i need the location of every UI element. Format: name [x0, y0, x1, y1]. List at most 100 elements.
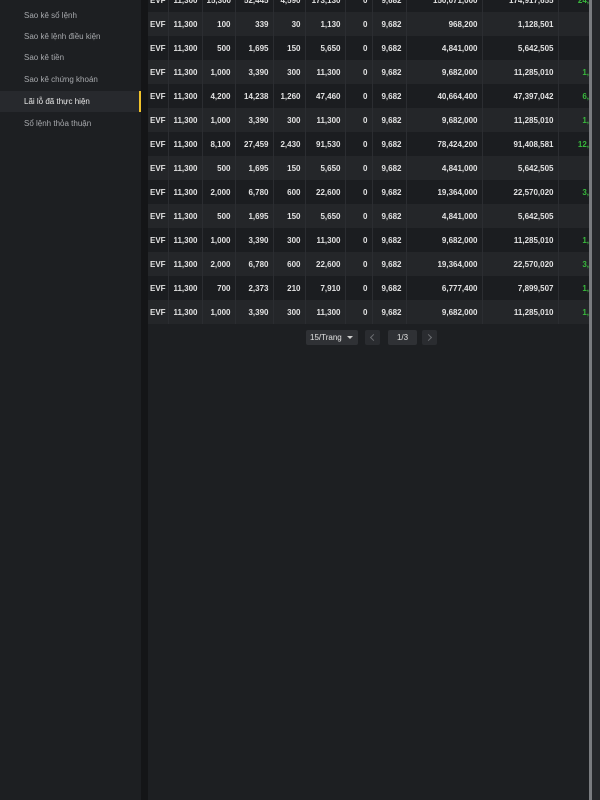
table-cell: 14,238 [235, 84, 274, 108]
table-cell: 9,682,000 [406, 228, 483, 252]
sidebar-item-securities-statement[interactable]: Sao kê chứng khoán [0, 69, 141, 90]
table-cell: 600 [273, 252, 306, 276]
sidebar-item-realized-profit-loss[interactable]: Lãi lỗ đã thực hiện [0, 91, 141, 112]
table-cell: 11,300 [168, 108, 203, 132]
table-cell: 1,000 [202, 60, 236, 84]
table-cell: 500 [202, 36, 236, 60]
table-cell: EVF [148, 204, 169, 228]
table-cell: 22,600 [305, 252, 346, 276]
table-cell: 9,682 [372, 180, 407, 204]
table-cell: EVF [148, 300, 169, 324]
table-cell: 0 [345, 228, 373, 252]
sidebar-item-negotiated-orders[interactable]: Sổ lệnh thỏa thuận [0, 113, 141, 134]
table-cell: 9,682 [372, 300, 407, 324]
table-cell: 11,300 [305, 108, 346, 132]
table-cell: 3,390 [235, 108, 274, 132]
table-cell: 1,695 [235, 36, 274, 60]
table-cell: 1,000 [202, 108, 236, 132]
table-cell: 3,206,02 [558, 180, 591, 204]
table-row[interactable]: EVF 11,300 15,300 52,445 4,590 173,130 0 9,682 1… [148, 0, 591, 12]
table-cell: 0 [345, 204, 373, 228]
sidebar-item-cash-statement[interactable]: Sao kê tiền [0, 47, 141, 68]
table-row[interactable]: EVF 11,300 1,000 3,390 300 11,300 0 9,682 9,682,… [148, 300, 591, 324]
table-cell: EVF [148, 12, 169, 36]
table-cell: 7,899,507 [482, 276, 559, 300]
table-cell: EVF [148, 0, 169, 12]
table-cell: 300 [273, 60, 306, 84]
table-container: EVF 11,300 15,300 52,445 4,590 173,130 0 9,682 1… [148, 0, 591, 324]
table-row[interactable]: EVF 11,300 500 1,695 150 5,650 0 9,682 4,841,000… [148, 204, 591, 228]
table-cell: 160,30 [558, 12, 591, 36]
sidebar-item-conditional-order-statement[interactable]: Sao kê lệnh điều kiện [0, 26, 141, 47]
realized-pnl-table: EVF 11,300 15,300 52,445 4,590 173,130 0 9,682 1… [148, 0, 591, 324]
table-row[interactable]: EVF 11,300 500 1,695 150 5,650 0 9,682 4,841,000… [148, 36, 591, 60]
main-panel: EVF 11,300 15,300 52,445 4,590 173,130 0 9,682 1… [148, 0, 591, 800]
table-cell: 9,682 [372, 84, 407, 108]
table-row[interactable]: EVF 11,300 100 339 30 1,130 0 9,682 968,200 1,128… [148, 12, 591, 36]
table-cell: 7,910 [305, 276, 346, 300]
table-cell: 3,206,02 [558, 252, 591, 276]
table-row[interactable]: EVF 11,300 2,000 6,780 600 22,600 0 9,682 19,364… [148, 180, 591, 204]
table-cell: 3,390 [235, 60, 274, 84]
table-cell: 47,460 [305, 84, 346, 108]
table-cell: 4,200 [202, 84, 236, 108]
table-cell: 700 [202, 276, 236, 300]
page-size-select[interactable]: 15/Trang [306, 330, 358, 345]
next-page-button[interactable] [422, 330, 437, 345]
table-cell: 11,285,010 [482, 108, 559, 132]
table-cell: 11,285,010 [482, 228, 559, 252]
table-cell: EVF [148, 60, 169, 84]
table-cell: 9,682 [372, 156, 407, 180]
table-cell: EVF [148, 156, 169, 180]
table-cell: 9,682 [372, 36, 407, 60]
table-cell: 11,300 [305, 60, 346, 84]
table-cell: 78,424,200 [406, 132, 483, 156]
table-cell: 9,682 [372, 276, 407, 300]
prev-page-button[interactable] [365, 330, 380, 345]
sidebar: Sao kê sổ lệnh Sao kê lệnh điều kiện Sao… [0, 0, 141, 800]
table-cell: 11,285,010 [482, 300, 559, 324]
table-row[interactable]: EVF 11,300 2,000 6,780 600 22,600 0 9,682 19,364… [148, 252, 591, 276]
table-cell: 11,300 [168, 228, 203, 252]
table-cell: 6,780 [235, 252, 274, 276]
table-cell: 0 [345, 252, 373, 276]
table-cell: 2,430 [273, 132, 306, 156]
table-cell: 11,300 [168, 300, 203, 324]
table-cell: 600 [273, 180, 306, 204]
table-cell: 2,373 [235, 276, 274, 300]
table-cell: 1,603,01 [558, 300, 591, 324]
table-row[interactable]: EVF 11,300 1,000 3,390 300 11,300 0 9,682 9,682,… [148, 108, 591, 132]
table-cell: 0 [345, 84, 373, 108]
table-cell: 9,682 [372, 0, 407, 12]
table-cell: 0 [345, 12, 373, 36]
table-cell: 11,285,010 [482, 60, 559, 84]
table-cell: 1,000 [202, 300, 236, 324]
table-cell: 9,682 [372, 228, 407, 252]
table-cell: EVF [148, 276, 169, 300]
caret-down-icon [347, 336, 353, 339]
table-cell: 9,682 [372, 12, 407, 36]
table-cell: 3,390 [235, 228, 274, 252]
table-cell: 19,364,000 [406, 252, 483, 276]
table-cell: 4,841,000 [406, 204, 483, 228]
table-cell: 91,408,581 [482, 132, 559, 156]
table-cell: 9,682 [372, 60, 407, 84]
table-cell: 9,682 [372, 132, 407, 156]
table-cell: 1,128,501 [482, 12, 559, 36]
table-cell: 300 [273, 300, 306, 324]
sidebar-item-order-statement[interactable]: Sao kê sổ lệnh [0, 5, 141, 26]
table-row[interactable]: EVF 11,300 500 1,695 150 5,650 0 9,682 4,841,000… [148, 156, 591, 180]
table-cell: 1,603,01 [558, 228, 591, 252]
table-cell: 0 [345, 60, 373, 84]
table-row[interactable]: EVF 11,300 700 2,373 210 7,910 0 9,682 6,777,400… [148, 276, 591, 300]
table-row[interactable]: EVF 11,300 1,000 3,390 300 11,300 0 9,682 9,682,… [148, 60, 591, 84]
table-cell: 4,841,000 [406, 156, 483, 180]
table-cell: 801,50 [558, 204, 591, 228]
table-cell: 968,200 [406, 12, 483, 36]
page-size-label: 15/Trang [310, 333, 342, 342]
table-row[interactable]: EVF 11,300 4,200 14,238 1,260 47,460 0 9,682 40,… [148, 84, 591, 108]
table-cell: 0 [345, 156, 373, 180]
table-row[interactable]: EVF 11,300 8,100 27,459 2,430 91,530 0 9,682 78,… [148, 132, 591, 156]
table-cell: 9,682,000 [406, 60, 483, 84]
table-row[interactable]: EVF 11,300 1,000 3,390 300 11,300 0 9,682 9,682,… [148, 228, 591, 252]
